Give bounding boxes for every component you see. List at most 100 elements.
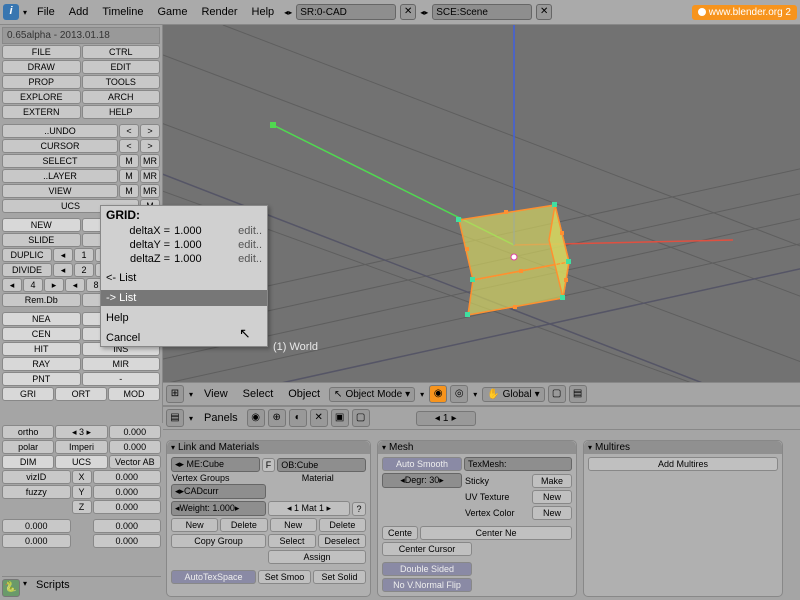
cursor-button[interactable]: CURSOR: [2, 139, 118, 153]
f-button[interactable]: F: [262, 458, 276, 472]
help-item[interactable]: Help: [101, 310, 267, 326]
tools-button[interactable]: TOOLS: [82, 75, 161, 89]
grid-icon[interactable]: ⊞: [166, 385, 184, 403]
snap-icon[interactable]: ▢: [548, 385, 566, 403]
new-button[interactable]: New: [532, 506, 572, 520]
mode-dropdown[interactable]: ↖ Object Mode ▾: [329, 387, 415, 402]
imperial[interactable]: Imperi: [55, 440, 107, 454]
fuzzy-button[interactable]: fuzzy: [2, 485, 71, 499]
mir-button[interactable]: MIR: [82, 357, 161, 371]
p-icon[interactable]: ◐: [289, 409, 307, 427]
dropdown-icon[interactable]: ▾: [187, 414, 195, 423]
scene-field[interactable]: SCE:Scene: [432, 4, 532, 20]
new-button[interactable]: NEW: [2, 218, 81, 232]
ray-button[interactable]: RAY: [2, 357, 81, 371]
close-icon[interactable]: ✕: [400, 4, 416, 20]
menu-help[interactable]: Help: [246, 4, 281, 20]
degr-field[interactable]: ◂Degr: 30▸: [382, 473, 462, 488]
autosmooth-button[interactable]: Auto Smooth: [382, 457, 462, 471]
autotex-button[interactable]: AutoTexSpace: [171, 570, 256, 584]
assign-button[interactable]: Assign: [268, 550, 366, 564]
deselect-button[interactable]: Deselect: [318, 534, 366, 548]
delete-button[interactable]: Delete: [220, 518, 267, 532]
val[interactable]: 0.000: [93, 534, 162, 548]
pnt-button[interactable]: PNT: [2, 372, 81, 386]
num-field[interactable]: ◂ 1 ▸: [416, 411, 476, 426]
gri-button[interactable]: GRI: [2, 387, 54, 401]
extern-button[interactable]: EXTERN: [2, 105, 81, 119]
prev-icon[interactable]: ◂: [65, 278, 85, 292]
smooth-button[interactable]: Set Smoo: [258, 570, 311, 584]
view-button[interactable]: VIEW: [2, 184, 118, 198]
centernew-button[interactable]: Center Ne: [420, 526, 572, 540]
grid-row[interactable]: deltaZ =1.000edit..: [101, 252, 267, 266]
mr-button[interactable]: MR: [140, 154, 160, 168]
p-icon[interactable]: ✕: [310, 409, 328, 427]
val-1[interactable]: 1: [74, 248, 94, 262]
y-button[interactable]: Y: [72, 485, 92, 499]
solid-button[interactable]: Set Solid: [313, 570, 366, 584]
texmesh-field[interactable]: TexMesh:: [464, 457, 572, 471]
select-button[interactable]: SELECT: [2, 154, 118, 168]
slide-button[interactable]: SLIDE: [2, 233, 81, 247]
info-icon[interactable]: i: [3, 4, 19, 20]
ortho-button[interactable]: ortho: [2, 425, 54, 439]
menu-add[interactable]: Add: [63, 4, 95, 20]
dim-button[interactable]: DIM: [2, 455, 54, 469]
center-button[interactable]: Cente: [382, 526, 418, 540]
divide-button[interactable]: DIVIDE: [2, 263, 52, 277]
new-button[interactable]: New: [171, 518, 218, 532]
edit-button[interactable]: EDIT: [82, 60, 161, 74]
overlay-icon[interactable]: ◎: [450, 385, 468, 403]
p-icon[interactable]: ▢: [352, 409, 370, 427]
prev-icon[interactable]: ◂: [53, 248, 73, 262]
val[interactable]: 0.000: [109, 440, 161, 454]
next-button[interactable]: >: [140, 124, 160, 138]
close-icon[interactable]: ✕: [536, 4, 552, 20]
dropdown-icon[interactable]: ▾: [471, 390, 479, 399]
ob-field[interactable]: OB:Cube: [277, 458, 366, 472]
val-2[interactable]: 2: [74, 263, 94, 277]
grid-row[interactable]: deltaX =1.000edit..: [101, 224, 267, 238]
blender-link[interactable]: www.blender.org 2: [692, 5, 797, 20]
p-icon[interactable]: ⊕: [268, 409, 286, 427]
val[interactable]: 0.000: [93, 485, 162, 499]
centercursor-button[interactable]: Center Cursor: [382, 542, 472, 556]
snap2-icon[interactable]: ▤: [569, 385, 587, 403]
make-button[interactable]: Make: [532, 474, 572, 488]
polar-button[interactable]: polar: [2, 440, 54, 454]
me-field[interactable]: ◂▸ ME:Cube: [171, 457, 260, 472]
val[interactable]: 0.000: [93, 470, 162, 484]
explore-button[interactable]: EXPLORE: [2, 90, 81, 104]
new-button[interactable]: New: [532, 490, 572, 504]
val[interactable]: 0.000: [2, 519, 71, 533]
mr-button[interactable]: MR: [140, 169, 160, 183]
ort-button[interactable]: ORT: [55, 387, 107, 401]
dropdown-icon[interactable]: ◂▸: [282, 8, 294, 17]
arch-button[interactable]: ARCH: [82, 90, 161, 104]
mat-num[interactable]: ◂ 1 Mat 1 ▸: [268, 501, 350, 516]
copy-group-button[interactable]: Copy Group: [171, 534, 266, 548]
mr-button[interactable]: MR: [140, 184, 160, 198]
hit-button[interactable]: HIT: [2, 342, 81, 356]
dropdown-icon[interactable]: ▾: [187, 390, 195, 399]
cen-button[interactable]: CEN: [2, 327, 81, 341]
next-icon[interactable]: ▸: [44, 278, 64, 292]
vizid-button[interactable]: vizID: [2, 470, 71, 484]
prev-button[interactable]: <: [119, 124, 139, 138]
help-button[interactable]: HELP: [82, 105, 161, 119]
val[interactable]: 0.000: [93, 500, 162, 514]
scripts-menu[interactable]: Scripts: [30, 579, 76, 597]
menu-timeline[interactable]: Timeline: [96, 4, 149, 20]
grid-row[interactable]: deltaY =1.000edit..: [101, 238, 267, 252]
add-multires-button[interactable]: Add Multires: [588, 457, 778, 471]
remdb-button[interactable]: Rem.Db: [2, 293, 81, 307]
duplic-button[interactable]: DUPLIC: [2, 248, 52, 262]
layer-button[interactable]: ..LAYER: [2, 169, 118, 183]
m-button[interactable]: M: [119, 154, 139, 168]
mod-button[interactable]: MOD: [108, 387, 160, 401]
object-menu[interactable]: Object: [282, 388, 326, 400]
delete2-button[interactable]: Delete: [319, 518, 366, 532]
select-button[interactable]: Select: [268, 534, 316, 548]
prev-list-item[interactable]: <- List: [101, 270, 267, 286]
